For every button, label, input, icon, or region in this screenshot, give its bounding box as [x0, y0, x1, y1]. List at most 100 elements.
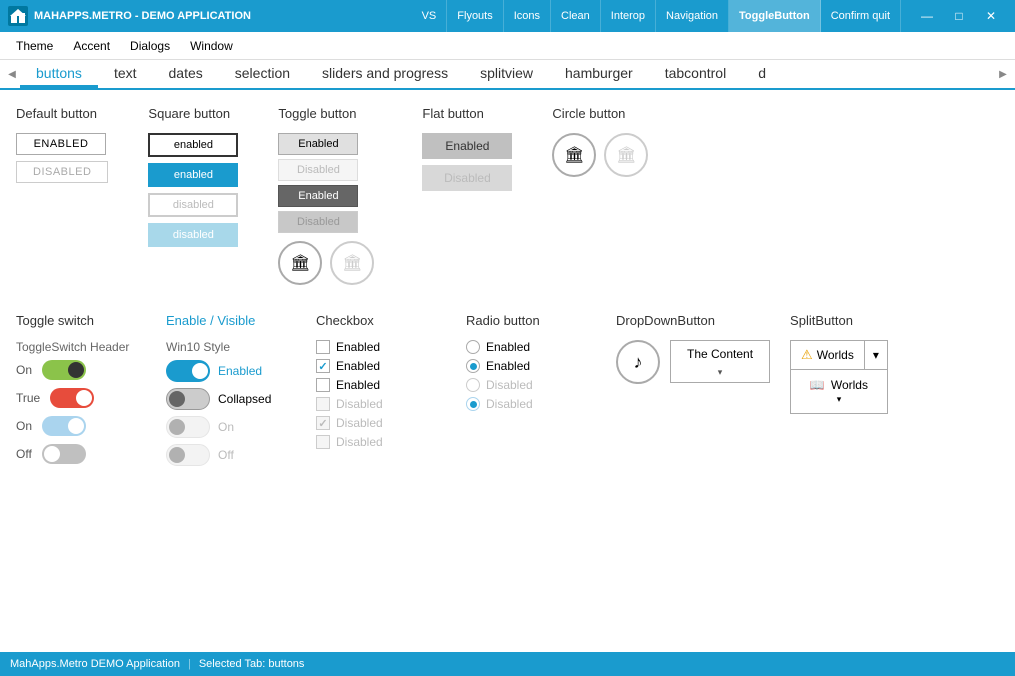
menu-dialogs[interactable]: Dialogs [122, 37, 178, 55]
toggle-switch-light[interactable] [42, 416, 86, 436]
win10-off-track[interactable] [166, 388, 210, 410]
toggle-enabled-1[interactable]: Enabled [278, 133, 358, 155]
scroll-left-button[interactable]: ◀ [4, 61, 20, 87]
circle-btn-disabled: 🏛 [604, 133, 648, 177]
radio-button-title: Radio button [466, 313, 586, 328]
enable-visible-title: Enable / Visible [166, 313, 286, 328]
toggle-button-section: Toggle button Enabled Disabled Enabled D… [278, 106, 382, 285]
tab-d[interactable]: d [742, 60, 782, 88]
checkbox-3[interactable] [316, 378, 330, 392]
enable-visible-section: Enable / Visible Win10 Style Enabled Col… [166, 313, 286, 472]
flat-enabled-button[interactable]: Enabled [422, 133, 512, 159]
tab-container: buttons text dates selection sliders and… [20, 60, 995, 88]
statusbar: MahApps.Metro DEMO Application | Selecte… [0, 652, 1015, 676]
checkbox-label-5: Disabled [336, 416, 383, 430]
warning-icon: ⚠ [801, 347, 813, 363]
tab-buttons[interactable]: buttons [20, 60, 98, 88]
square-enabled-button[interactable]: enabled [148, 133, 238, 157]
toggle-on-light-label: On [16, 419, 32, 433]
toggle-circle-disabled: 🏛 [330, 241, 374, 285]
dropdown-content-label: The Content [671, 341, 769, 367]
tab-selection[interactable]: selection [219, 60, 306, 88]
checkbox-row-4: Disabled [316, 397, 436, 411]
dropdown-music-button[interactable]: ♪ [616, 340, 660, 384]
radio-label-3: Disabled [486, 378, 533, 392]
nav-clean[interactable]: Clean [551, 0, 601, 32]
toggle-row-off: Off [16, 444, 136, 464]
checkbox-label-6: Disabled [336, 435, 383, 449]
app-icon [8, 6, 28, 26]
split-button-dropdown[interactable]: ▾ [864, 341, 887, 369]
flat-button-section: Flat button Enabled Disabled [422, 106, 512, 285]
building-icon-disabled: 🏛 [342, 253, 362, 273]
scroll-right-button[interactable]: ▶ [995, 61, 1011, 87]
building-circle-icon: 🏛 [564, 145, 584, 165]
split-button-bottom[interactable]: 📖 Worlds ▾ [790, 370, 888, 414]
tab-text[interactable]: text [98, 60, 153, 88]
win10-collapsed-label: Collapsed [218, 392, 271, 406]
split-button-left[interactable]: ⚠ Worlds [791, 341, 864, 369]
checkbox-2[interactable] [316, 359, 330, 373]
row2-sections: Toggle switch ToggleSwitch Header On Tru… [16, 313, 999, 472]
toggle-switch-gray[interactable] [42, 444, 86, 464]
toggle-thumb-green [68, 362, 84, 378]
square-enabled-active-button[interactable]: enabled [148, 163, 238, 187]
square-disabled-button: disabled [148, 193, 238, 217]
book-icon: 📖 [810, 378, 825, 392]
win10-off-thumb [169, 391, 185, 407]
win10-off-disabled: Off [166, 444, 286, 466]
checkbox-row-5: Disabled [316, 416, 436, 430]
nav-togglebutton[interactable]: ToggleButton [729, 0, 821, 32]
menu-accent[interactable]: Accent [65, 37, 118, 55]
toggle-circle-active[interactable]: 🏛 [278, 241, 322, 285]
tab-dates[interactable]: dates [153, 60, 219, 88]
toggle-switch-green[interactable] [42, 360, 86, 380]
radio-row-1: Enabled [466, 340, 586, 354]
checkbox-5 [316, 416, 330, 430]
dropdown-content-button[interactable]: The Content ▾ [670, 340, 770, 383]
toggle-switch-header: ToggleSwitch Header [16, 340, 136, 354]
nav-navigation[interactable]: Navigation [656, 0, 729, 32]
toggle-on-label: On [16, 363, 32, 377]
toggle-enabled-2[interactable]: Enabled [278, 185, 358, 207]
tab-splitview[interactable]: splitview [464, 60, 549, 88]
close-button[interactable]: ✕ [975, 0, 1007, 32]
statusbar-separator: | [188, 658, 191, 670]
nav-confirmquit[interactable]: Confirm quit [821, 0, 901, 32]
win10-on-track[interactable] [166, 360, 210, 382]
menu-theme[interactable]: Theme [8, 37, 61, 55]
dropdown-split-section: DropDownButton ♪ The Content ▾ SplitButt… [616, 313, 888, 472]
minimize-button[interactable]: — [911, 0, 943, 32]
win10-enabled-label: Enabled [218, 364, 262, 378]
menu-window[interactable]: Window [182, 37, 241, 55]
radio-1[interactable] [466, 340, 480, 354]
default-enabled-button[interactable]: ENABLED [16, 133, 106, 155]
checkbox-row-3: Enabled [316, 378, 436, 392]
maximize-button[interactable]: □ [943, 0, 975, 32]
tab-hamburger[interactable]: hamburger [549, 60, 649, 88]
checkbox-1[interactable] [316, 340, 330, 354]
checkbox-label-1: Enabled [336, 340, 380, 354]
nav-vs[interactable]: VS [412, 0, 448, 32]
nav-interop[interactable]: Interop [601, 0, 656, 32]
toggle-disabled-1: Disabled [278, 159, 358, 181]
dropdown-arrow-icon: ▾ [718, 367, 723, 382]
default-button-title: Default button [16, 106, 108, 121]
tab-tabcontrol[interactable]: tabcontrol [649, 60, 742, 88]
radio-label-4: Disabled [486, 397, 533, 411]
radio-row-2: Enabled [466, 359, 586, 373]
tab-sliders[interactable]: sliders and progress [306, 60, 464, 88]
win10-on-disabled: On [166, 416, 286, 438]
radio-2[interactable] [466, 359, 480, 373]
nav-flyouts[interactable]: Flyouts [447, 0, 503, 32]
nav-icons[interactable]: Icons [504, 0, 551, 32]
radio-label-2: Enabled [486, 359, 530, 373]
toggle-switch-red[interactable] [50, 388, 94, 408]
window-controls: — □ ✕ [911, 0, 1007, 32]
checkbox-label-4: Disabled [336, 397, 383, 411]
win10-off-disabled-track [166, 444, 210, 466]
toggle-row-on-green: On [16, 360, 136, 380]
toggle-switch-section: Toggle switch ToggleSwitch Header On Tru… [16, 313, 136, 472]
circle-btn-enabled[interactable]: 🏛 [552, 133, 596, 177]
toggle-thumb-light [68, 418, 84, 434]
